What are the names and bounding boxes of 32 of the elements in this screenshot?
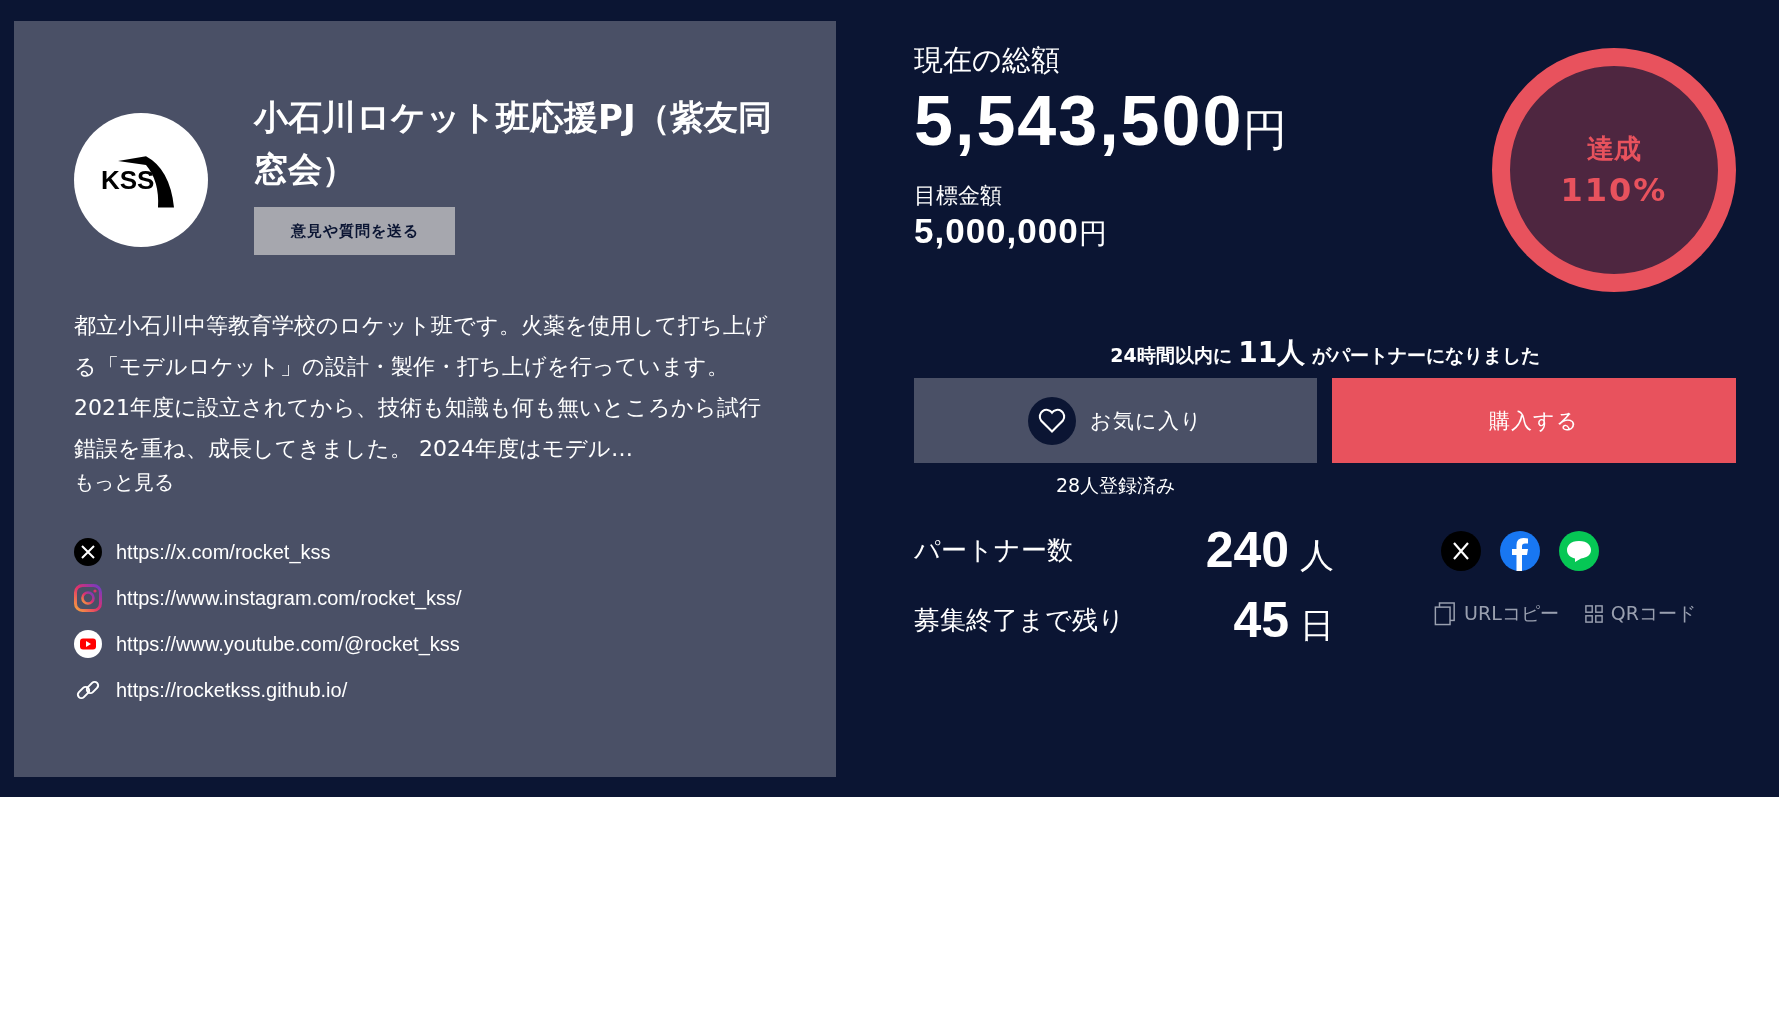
qr-code-link[interactable]: QRコード bbox=[1584, 601, 1696, 627]
project-description: 都立小石川中等教育学校のロケット班です。火薬を使用して打ち上げる「モデルロケット」の設計・製作・打ち上げを行っています。 2021年度に設立されてから、技術も知識も何も無いところから試行錯誤を重ね、成長してきました。 2024年度はモデル… bbox=[74, 312, 769, 463]
x-share-icon[interactable] bbox=[1441, 531, 1481, 571]
facebook-share-icon[interactable] bbox=[1500, 531, 1540, 571]
buy-button[interactable]: 購入する bbox=[1332, 378, 1736, 463]
more-link[interactable]: もっと見る bbox=[74, 469, 174, 496]
project-title: 小石川ロケット班応援PJ（紫友同窓会） bbox=[254, 96, 773, 191]
link-url[interactable]: https://x.com/rocket_kss bbox=[116, 540, 331, 564]
stat-label: 募集終了まで残り bbox=[914, 603, 1125, 637]
url-copy-link[interactable]: URLコピー bbox=[1434, 601, 1559, 627]
stat-label: パートナー数 bbox=[914, 533, 1073, 567]
contact-button[interactable]: 意見や質問を送る bbox=[254, 207, 455, 255]
logo-icon: KSS bbox=[74, 113, 208, 247]
current-total-amount: 5,543,500円 bbox=[914, 81, 1288, 161]
stat-value: 240 人 bbox=[1205, 521, 1334, 579]
goal-label: 目標金額 bbox=[914, 182, 1003, 210]
copy-icon bbox=[1434, 601, 1457, 627]
current-total-label: 現在の総額 bbox=[914, 42, 1061, 79]
chat-share-icon[interactable] bbox=[1559, 531, 1599, 571]
favorite-button[interactable]: お気に入り bbox=[914, 378, 1317, 463]
stat-value: 45 日 bbox=[1233, 591, 1334, 649]
recent-partners-text: 24時間以内に 11人 がパートナーになりました bbox=[1109, 335, 1541, 371]
goal-amount: 5,000,000円 bbox=[914, 211, 1108, 252]
achievement-ring: 達成 110% bbox=[1492, 48, 1736, 292]
link-url[interactable]: https://www.instagram.com/rocket_kss/ bbox=[116, 586, 462, 610]
youtube-icon bbox=[74, 630, 102, 658]
link-url[interactable]: https://www.youtube.com/@rocket_kss bbox=[116, 632, 460, 656]
link-url[interactable]: https://rocketkss.github.io/ bbox=[116, 678, 348, 702]
favorite-count: 28人登録済み bbox=[1054, 473, 1177, 498]
x-icon bbox=[74, 538, 102, 566]
grid-icon bbox=[1584, 605, 1603, 623]
instagram-icon bbox=[74, 584, 102, 612]
